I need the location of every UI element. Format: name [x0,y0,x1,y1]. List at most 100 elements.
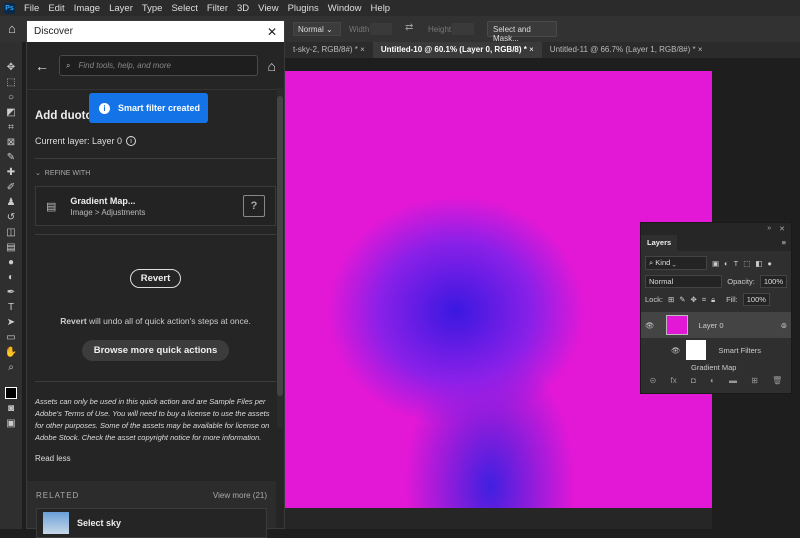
back-arrow-icon[interactable]: ← [35,58,49,74]
new-layer-icon[interactable]: ⊞ [751,376,758,385]
home-icon[interactable]: ⌂ [8,21,16,36]
read-less-link[interactable]: Read less [35,454,71,463]
object-select-tool-icon[interactable]: ◩ [6,107,15,118]
select-and-mask-button[interactable]: Select and Mask... [487,21,557,43]
height-label: Height: [428,25,454,34]
crop-tool-icon[interactable]: ⌗ [8,122,14,133]
move-tool-icon[interactable]: ✥ [7,62,15,73]
close-icon[interactable]: ✕ [267,25,277,39]
related-item-select-sky[interactable]: Select sky [36,508,267,538]
frame-tool-icon[interactable]: ⊠ [7,137,15,148]
width-input[interactable] [370,23,392,35]
menu-layer[interactable]: Layer [109,3,133,14]
lock-all-icon[interactable]: 🔒︎ [711,295,715,305]
refine-toggle[interactable]: ⌄ REFINE WITH [27,159,284,177]
collapse-icon[interactable]: » [767,225,771,233]
filter-type-icon[interactable]: T [734,259,739,268]
menu-edit[interactable]: Edit [48,3,64,14]
home-icon[interactable]: ⌂ [268,58,276,74]
help-icon[interactable]: ? [243,195,265,217]
brush-tool-icon[interactable]: ✐ [7,182,15,193]
search-input[interactable]: ⌕ Find tools, help, and more [59,55,258,76]
browse-quick-actions-button[interactable]: Browse more quick actions [81,340,230,361]
eraser-tool-icon[interactable]: ◫ [6,227,15,238]
view-more-link[interactable]: View more (21) [213,491,267,500]
history-brush-icon[interactable]: ↺ [7,212,15,223]
lock-pixels-icon[interactable]: ✎ [679,295,685,304]
fill-input[interactable]: 100% [742,293,770,306]
style-select[interactable]: Normal ⌄ [293,22,341,36]
menu-plugins[interactable]: Plugins [288,3,319,14]
filter-toggle-icon[interactable]: ● [767,259,772,268]
visibility-eye-icon[interactable]: 👁︎ [645,321,655,330]
close-icon[interactable]: ✕ [779,225,785,233]
eyedropper-tool-icon[interactable]: ✎ [7,152,15,163]
document-tabs: t-sky-2, RGB/8#) * × Untitled-10 @ 60.1%… [285,42,800,58]
add-mask-icon[interactable]: ◘ [691,376,696,385]
lasso-tool-icon[interactable]: ○ [8,92,14,103]
lock-transparent-icon[interactable]: ⊞ [668,295,674,304]
stamp-tool-icon[interactable]: ♟ [7,197,16,208]
delete-layer-icon[interactable]: 🗑︎ [772,376,782,385]
tab-untitled-10[interactable]: Untitled-10 @ 60.1% (Layer 0, RGB/8) * × [372,42,542,58]
blend-mode-select[interactable]: Normal [645,275,723,288]
healing-tool-icon[interactable]: ✚ [7,167,15,178]
blur-tool-icon[interactable]: ● [8,257,14,268]
filter-adjustment-icon[interactable]: ◐ [724,259,729,268]
menu-filter[interactable]: Filter [207,3,228,14]
type-tool-icon[interactable]: T [8,302,14,313]
toast-message: Smart filter created [118,103,201,113]
layer-row-smart-filters[interactable]: 👁︎ Smart Filters [641,338,791,362]
menu-image[interactable]: Image [74,3,100,14]
adobe-stock-link[interactable]: Adobe Stock [35,433,78,442]
dodge-tool-icon[interactable]: ◐ [8,272,14,283]
adjustment-layer-icon[interactable]: ◐ [710,376,715,385]
lock-artboard-icon[interactable]: ⌗ [702,295,706,305]
quick-mask-icon[interactable]: ◙ [8,403,14,414]
lock-position-icon[interactable]: ✥ [691,295,697,304]
visibility-eye-icon[interactable]: 👁︎ [671,346,681,355]
opacity-input[interactable]: 100% [759,275,787,288]
menu-3d[interactable]: 3D [237,3,249,14]
layers-tab[interactable]: Layers [641,235,678,251]
path-select-icon[interactable]: ➤ [7,317,15,328]
revert-button[interactable]: Revert [129,269,182,288]
layer-row-layer-0[interactable]: 👁︎ Layer 0 ⊚ [641,312,791,338]
horizontal-scrollbar[interactable] [285,508,712,529]
rectangle-tool-icon[interactable]: ▭ [6,332,15,343]
gradient-tool-icon[interactable]: ▤ [6,242,15,253]
info-icon[interactable]: i [126,136,137,146]
fx-icon[interactable]: fx [671,376,677,385]
refine-label: REFINE WITH [44,170,91,177]
menu-select[interactable]: Select [171,3,197,14]
menu-help[interactable]: Help [371,3,391,14]
filter-kind-select[interactable]: ⌕ Kind ⌄ [645,256,707,270]
pen-tool-icon[interactable]: ✒ [7,287,15,298]
zoom-tool-icon[interactable]: ⌕ [8,362,14,373]
menu-type[interactable]: Type [142,3,163,14]
marquee-tool-icon[interactable]: ⬚ [6,77,15,88]
color-swatches-icon[interactable] [5,387,17,399]
legal-notice: Assets can only be used in this quick ac… [27,382,284,444]
refine-item-gradient-map[interactable]: ▤ Gradient Map... Image > Adjustments ? [35,186,276,226]
filter-pixel-icon[interactable]: ▣ [712,259,719,268]
layer-row-gradient-map[interactable]: Gradient Map [641,362,791,373]
discover-scrollbar[interactable] [277,88,283,428]
hand-tool-icon[interactable]: ✋ [5,347,17,358]
filter-shape-icon[interactable]: ⬚ [743,259,750,268]
height-input[interactable] [452,23,474,35]
new-group-icon[interactable]: ▬ [729,376,737,385]
swap-icon[interactable]: ⇄ [405,22,413,33]
menu-file[interactable]: File [24,3,39,14]
filter-smart-icon[interactable]: ◧ [755,259,762,268]
panel-menu-icon[interactable]: ≡ [777,235,791,251]
terms-link[interactable]: Adobe's Terms of Use [35,409,108,418]
tab-untitled-11[interactable]: Untitled-11 @ 66.7% (Layer 1, RGB/8#) * … [542,42,711,58]
menu-window[interactable]: Window [328,3,362,14]
menu-view[interactable]: View [258,3,278,14]
screen-mode-icon[interactable]: ▣ [6,418,15,429]
tab-sky[interactable]: t-sky-2, RGB/8#) * × [285,42,373,58]
discover-header: ← ⌕ Find tools, help, and more ⌂ [27,42,284,90]
link-layers-icon[interactable]: ⊝ [650,376,657,385]
related-label: RELATED [36,491,80,500]
